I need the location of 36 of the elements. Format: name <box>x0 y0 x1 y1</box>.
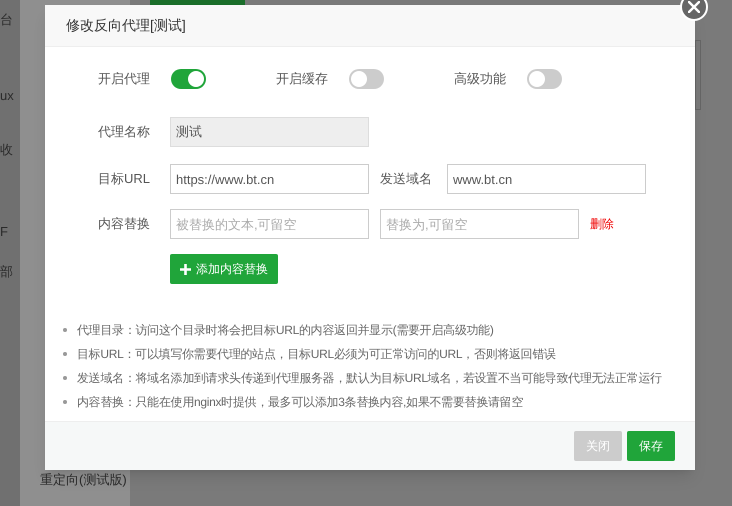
plus-icon <box>180 264 191 274</box>
menu-text: 台 <box>0 12 13 28</box>
note-text: 发送域名：将域名添加到请求头传递到代理服务器，默认为目标URL域名，若设置不当可能导致代理无法正常运行 <box>77 370 662 387</box>
target-url-field[interactable]: https://www.bt.cn <box>170 164 369 194</box>
menu-text: ux <box>0 88 14 104</box>
table-edge <box>695 40 701 110</box>
menu-item[interactable]: 重定向(测试版) <box>40 472 127 488</box>
close-icon <box>688 1 700 13</box>
bullet-icon <box>63 376 67 380</box>
field-label: 高级功能 <box>453 70 506 88</box>
delete-link[interactable]: 删除 <box>590 215 614 233</box>
field-label: 代理名称 <box>97 123 150 142</box>
note-text: 代理目录：访问这个目录时将会把目标URL的内容返回并显示(需要开启高级功能) <box>77 322 494 339</box>
bullet-icon <box>63 400 67 404</box>
close-button[interactable] <box>680 0 708 21</box>
replace-to-field[interactable]: 替换为,可留空 <box>380 209 579 239</box>
bullet-icon <box>63 328 67 332</box>
add-replace-button[interactable]: 添加内容替换 <box>170 254 278 284</box>
replace-from-field[interactable]: 被替换的文本,可留空 <box>170 209 369 239</box>
send-domain-field[interactable]: www.bt.cn <box>447 164 646 194</box>
toggle-switch[interactable] <box>527 69 562 89</box>
note-text: 目标URL：可以填写你需要代理的站点，目标URL必须为可正常访问的URL，否则将返回错误 <box>77 346 556 363</box>
field-label: 内容替换 <box>97 215 150 234</box>
field-label: 开启缓存 <box>275 70 328 88</box>
menu-text: F <box>0 224 8 240</box>
toggle-switch[interactable] <box>349 69 384 89</box>
field-label: 发送域名 <box>379 170 432 188</box>
bullet-icon <box>63 352 67 356</box>
dialog-title: 修改反向代理[测试] <box>66 16 186 35</box>
note-text: 内容替换：只能在使用nginx时提供，最多可以添加3条替换内容,如果不需要替换请留空 <box>77 394 524 411</box>
toggle-switch[interactable] <box>171 69 206 89</box>
field-label: 目标URL <box>96 170 150 188</box>
menu-text: 部 <box>0 264 13 280</box>
menu-text: 收 <box>0 142 13 158</box>
save-button[interactable]: 保存 <box>627 431 675 461</box>
field-label: 开启代理 <box>97 70 150 88</box>
